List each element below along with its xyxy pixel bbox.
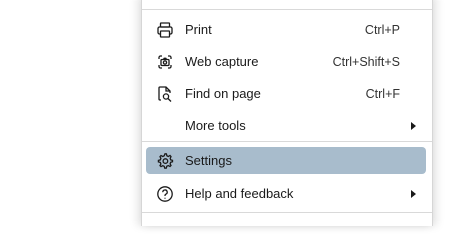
submenu-arrow-icon [411,121,416,130]
menu-item-shortcut: Ctrl+F [365,86,400,101]
submenu-arrow-icon [411,189,416,198]
menu-item-shortcut: Ctrl+P [364,22,400,37]
menu-divider [142,141,432,142]
web-capture-icon [155,52,175,72]
page-background-right [431,0,472,222]
menu-item-print[interactable]: Print Ctrl+P [146,16,426,43]
menu-divider [142,9,432,10]
menu-item-label: More tools [185,118,246,133]
menu-item-label: Web capture [185,54,259,69]
page-background-left [0,0,141,222]
menu-item-more-tools[interactable]: More tools [146,112,426,139]
menu-item-settings[interactable]: Settings [146,147,426,174]
gear-icon [155,151,175,171]
menu-item-shortcut: Ctrl+Shift+S [332,54,400,69]
menu-item-label: Print [185,22,212,37]
printer-icon [155,20,175,40]
find-on-page-icon [155,84,175,104]
menu-item-help-and-feedback[interactable]: Help and feedback [146,180,426,207]
menu-item-web-capture[interactable]: Web capture Ctrl+Shift+S [146,48,426,75]
menu-item-label: Find on page [185,86,261,101]
menu-item-label: Help and feedback [185,186,294,201]
menu-item-find-on-page[interactable]: Find on page Ctrl+F [146,80,426,107]
menu-item-label: Settings [185,153,232,168]
menu-divider [142,212,432,213]
browser-settings-menu: Print Ctrl+P Web capture Ctrl+Shift+S Fi… [141,0,433,226]
help-icon [155,184,175,204]
